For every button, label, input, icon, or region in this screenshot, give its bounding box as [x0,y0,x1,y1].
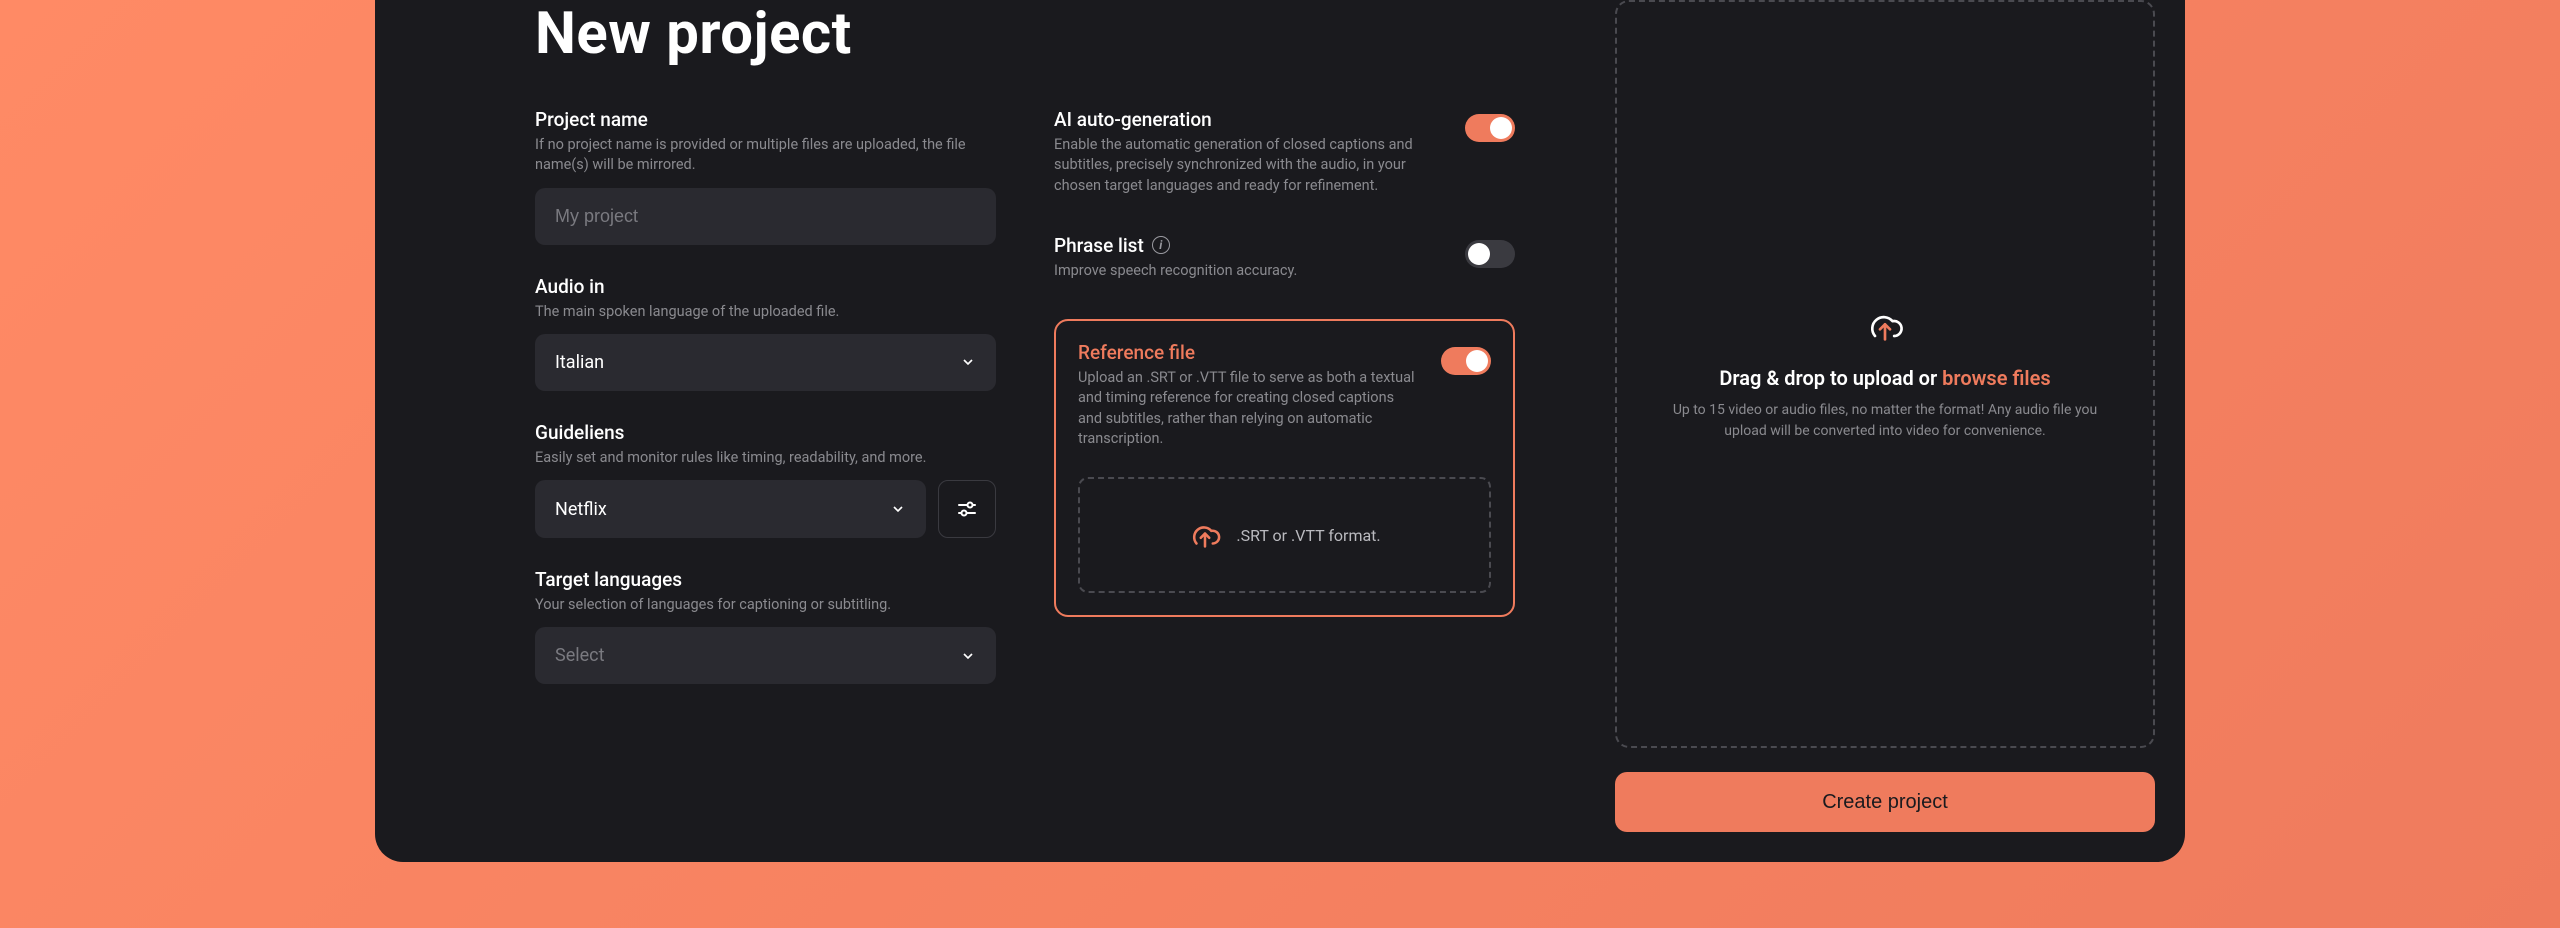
target-languages-placeholder: Select [555,645,604,666]
ai-auto-field: AI auto-generation Enable the automatic … [1054,108,1515,208]
reference-drop-text: .SRT or .VTT format. [1236,526,1380,545]
project-name-desc: If no project name is provided or multip… [535,135,996,176]
page-title: New project [535,0,1515,68]
audio-in-desc: The main spoken language of the uploaded… [535,302,996,322]
right-column: AI auto-generation Enable the automatic … [1054,108,1515,714]
sliders-icon [955,497,979,521]
guidelines-value: Netflix [555,499,607,520]
audio-in-field: Audio in The main spoken language of the… [535,275,996,391]
chevron-down-icon [960,648,976,664]
guidelines-field: Guideliens Easily set and monitor rules … [535,421,996,538]
left-panel: New project Project name If no project n… [375,0,1615,862]
left-column: Project name If no project name is provi… [535,108,996,714]
reference-file-label: Reference file [1078,341,1421,364]
target-languages-desc: Your selection of languages for captioni… [535,595,996,615]
target-languages-select[interactable]: Select [535,627,996,684]
audio-in-select[interactable]: Italian [535,334,996,391]
phrase-list-toggle[interactable] [1465,240,1515,268]
phrase-list-desc: Improve speech recognition accuracy. [1054,261,1445,281]
reference-file-desc: Upload an .SRT or .VTT file to serve as … [1078,368,1421,449]
info-icon[interactable]: i [1152,236,1170,254]
right-panel: Drag & drop to upload or browse files Up… [1615,0,2185,862]
project-name-label: Project name [535,108,996,131]
main-upload-area[interactable]: Drag & drop to upload or browse files Up… [1615,0,2155,748]
reference-file-box: Reference file Upload an .SRT or .VTT fi… [1054,319,1515,617]
phrase-list-field: Phrase list i Improve speech recognition… [1054,234,1515,293]
guidelines-desc: Easily set and monitor rules like timing… [535,448,996,468]
reference-file-toggle[interactable] [1441,347,1491,375]
toggle-knob [1466,350,1488,372]
create-project-button[interactable]: Create project [1615,772,2155,832]
upload-cloud-icon [1865,306,1905,346]
ai-auto-desc: Enable the automatic generation of close… [1054,135,1445,196]
guidelines-select[interactable]: Netflix [535,480,926,538]
target-languages-label: Target languages [535,568,996,591]
chevron-down-icon [960,354,976,370]
toggle-knob [1468,243,1490,265]
browse-files-link[interactable]: browse files [1942,366,2050,390]
project-name-input[interactable] [535,188,996,245]
upload-title: Drag & drop to upload or browse files [1719,366,2050,390]
toggle-knob [1490,117,1512,139]
guidelines-label: Guideliens [535,421,996,444]
ai-auto-toggle[interactable] [1465,114,1515,142]
audio-in-label: Audio in [535,275,996,298]
guidelines-settings-button[interactable] [938,480,996,538]
project-name-field: Project name If no project name is provi… [535,108,996,245]
phrase-list-label: Phrase list i [1054,234,1445,257]
upload-cloud-icon [1188,518,1222,552]
reference-file-dropzone[interactable]: .SRT or .VTT format. [1078,477,1491,593]
chevron-down-icon [890,501,906,517]
audio-in-value: Italian [555,352,604,373]
target-languages-field: Target languages Your selection of langu… [535,568,996,684]
project-card: New project Project name If no project n… [375,0,2185,862]
ai-auto-label: AI auto-generation [1054,108,1445,131]
upload-desc: Up to 15 video or audio files, no matter… [1657,400,2113,442]
